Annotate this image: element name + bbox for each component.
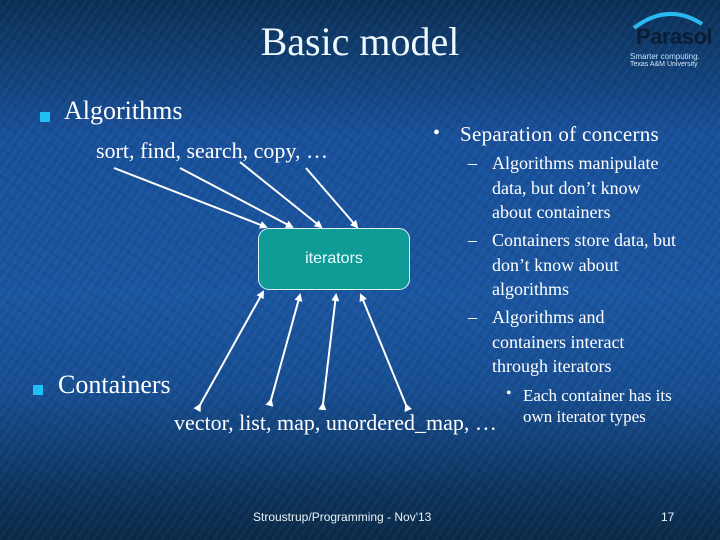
dash-icon: – (468, 307, 477, 327)
bullet-square-icon (33, 385, 43, 395)
concern-item-1-line-2: data, but don’t know (492, 177, 641, 198)
arrow-copy (305, 167, 359, 229)
concern-item-1: Algorithms manipulate data, but don’t kn… (492, 151, 658, 225)
concern-item-2-line-1: Containers store data, but (492, 230, 676, 250)
bullet-dot-icon: • (506, 385, 512, 402)
concern-item-1-line-1: Algorithms manipulate (492, 153, 659, 173)
arrow-sort (113, 167, 268, 229)
concern-sub-item: Each container has its own iterator type… (523, 385, 672, 427)
concern-item-1-line-3: about containers (492, 202, 611, 222)
concern-sub-item-line-1: Each container has its (523, 386, 672, 405)
dash-icon: – (468, 230, 477, 250)
concern-sub-item-line-2: own iterator types (523, 407, 646, 426)
concern-item-3: Algorithms and containers interact throu… (492, 305, 624, 379)
concern-item-2: Containers store data, but don’t know ab… (492, 228, 676, 302)
arrow-map (318, 293, 340, 411)
slide: Basic model Parasol Smarter computing. T… (0, 0, 720, 540)
containers-examples: vector, list, map, unordered_map, … (174, 410, 497, 435)
arrow-unordered-map (359, 293, 412, 413)
arrow-list (265, 293, 303, 407)
iterators-label: iterators (305, 250, 363, 267)
containers-heading: Containers (58, 370, 171, 399)
iterators-box: iterators (258, 228, 410, 290)
concern-item-2-line-2: don’t know about (492, 254, 619, 275)
arrow-find (179, 167, 294, 228)
concern-item-2-line-3: algorithms (492, 279, 569, 299)
separation-heading: Separation of concerns (460, 122, 660, 146)
dash-icon: – (468, 153, 477, 173)
concern-item-3-line-2: containers interact (492, 331, 625, 352)
arrow-vector (193, 290, 264, 413)
footer-credit: Stroustrup/Programming - Nov'13 (253, 510, 432, 524)
concern-item-3-line-1: Algorithms and (492, 307, 605, 327)
concern-item-3-line-3: through iterators (492, 356, 612, 376)
bullet-dot-icon: • (433, 122, 441, 144)
page-number: 17 (661, 510, 675, 524)
